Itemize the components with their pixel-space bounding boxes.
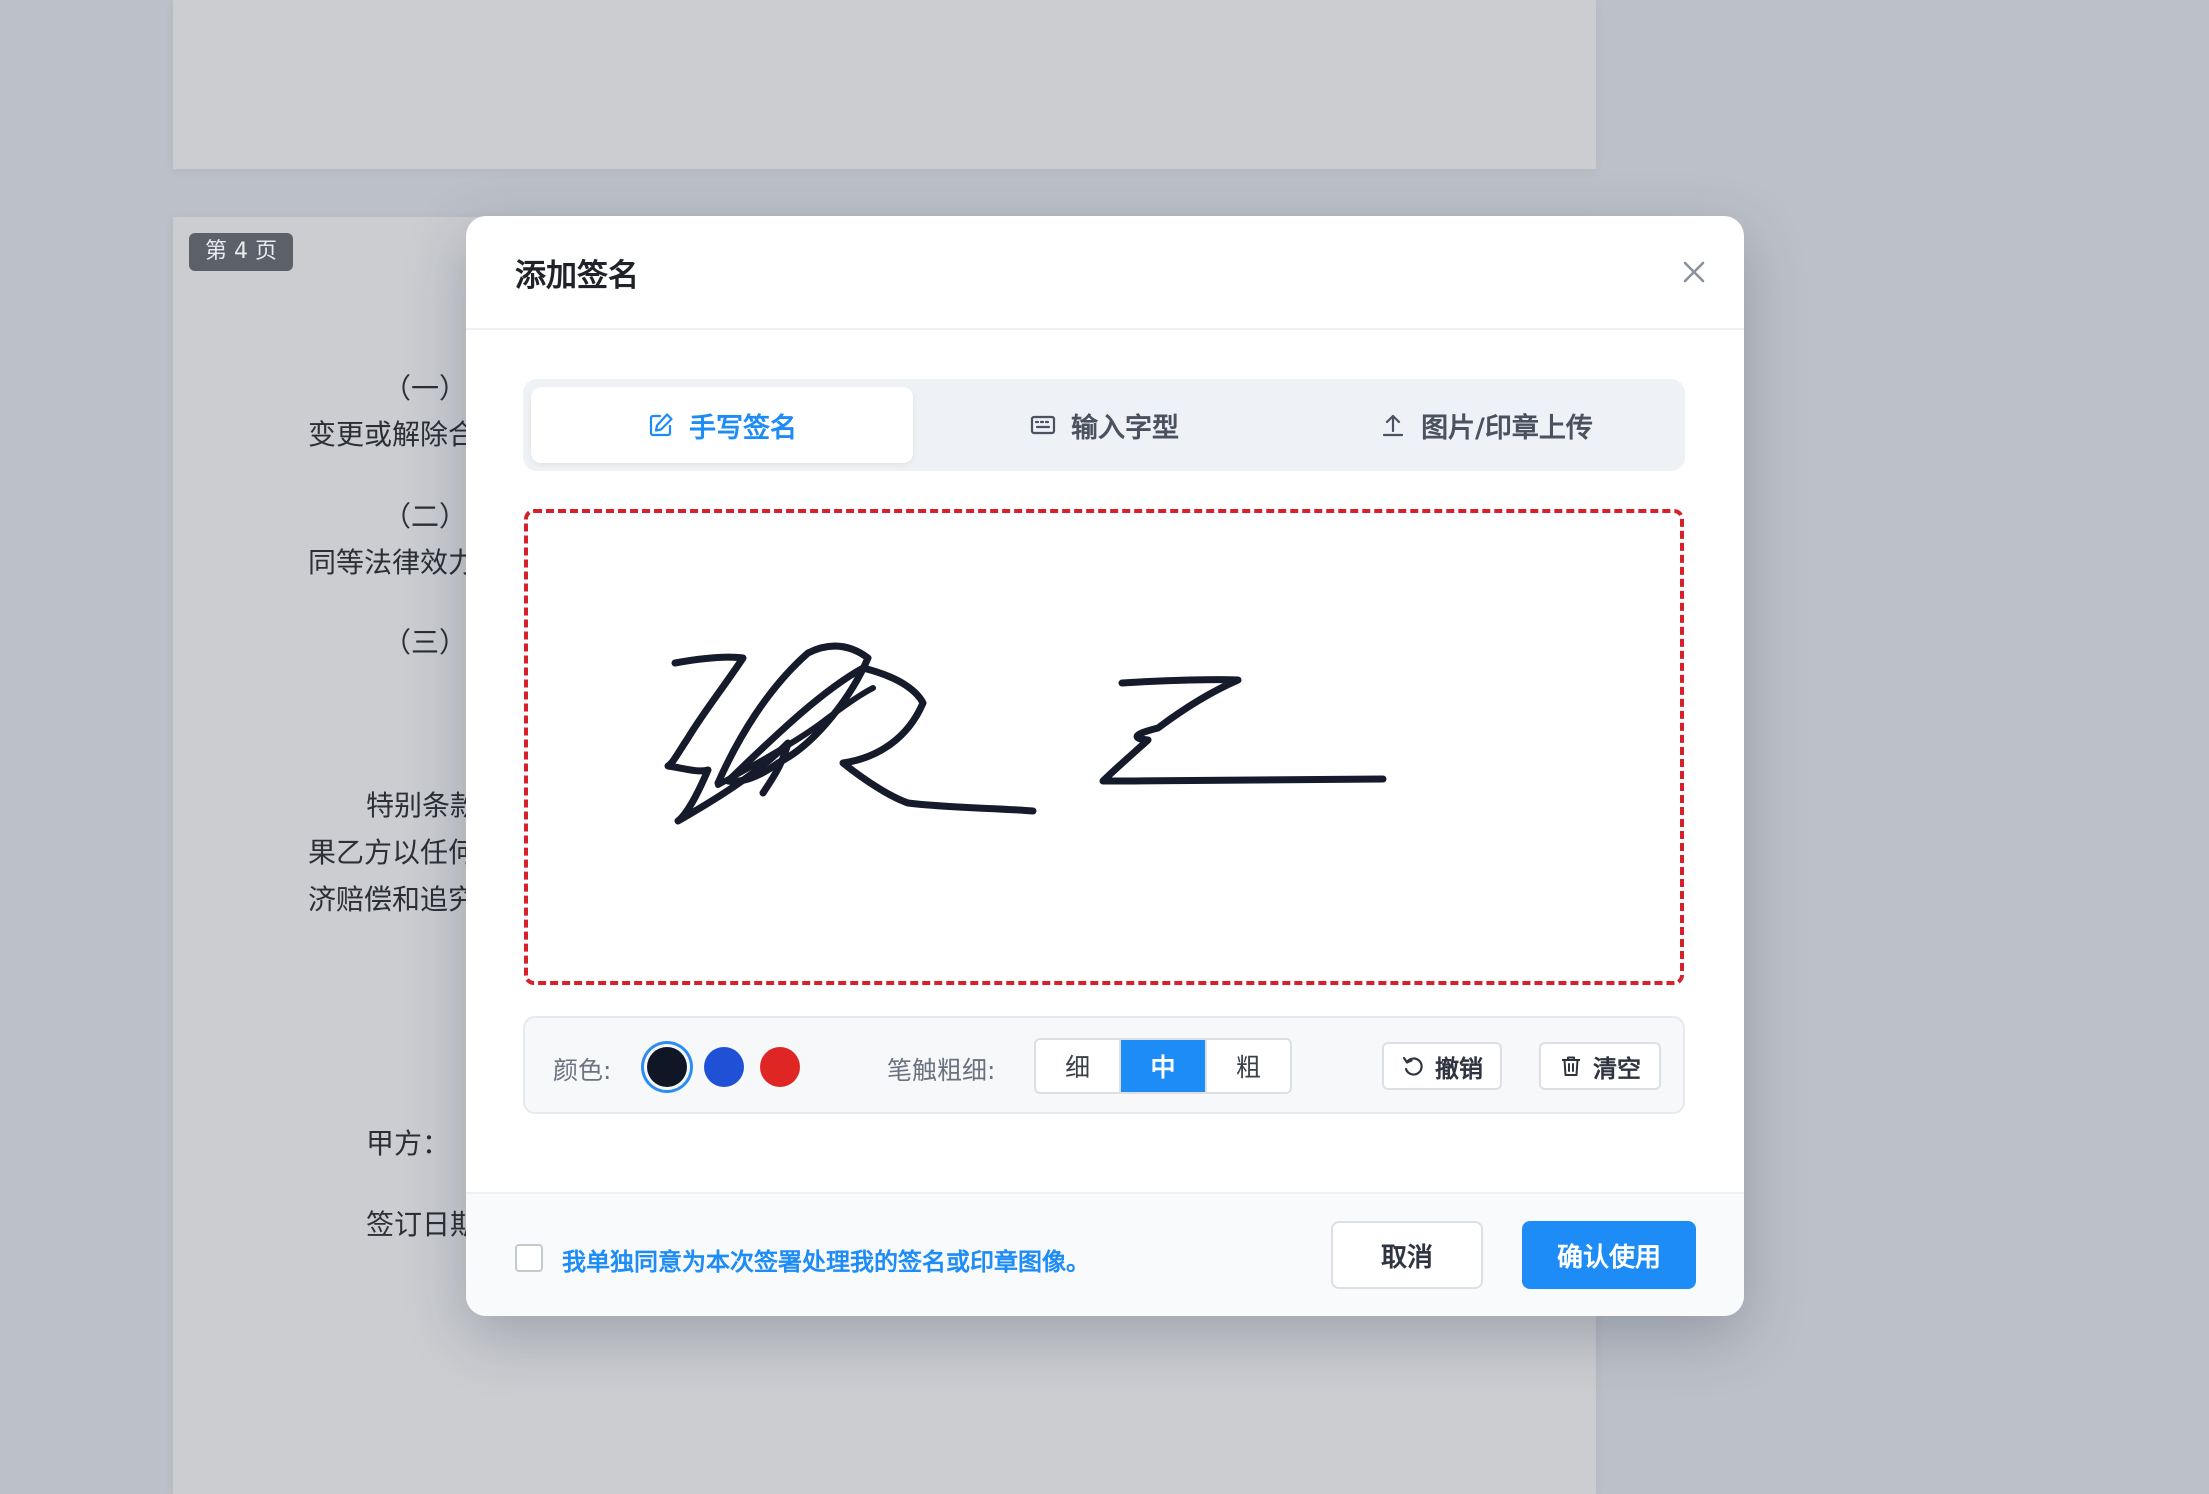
tab-image-upload[interactable]: 图片/印章上传 bbox=[1295, 387, 1677, 463]
add-signature-dialog: 添加签名 手写签名 输入字型 图片/印章上传 颜色: 笔触粗细: 细 中 粗 撤… bbox=[466, 216, 1744, 1316]
tab-label: 手写签名 bbox=[689, 412, 797, 444]
document-text-line: 济赔偿和追究 bbox=[308, 883, 477, 916]
color-swatch-black[interactable] bbox=[647, 1047, 687, 1087]
document-text-line: 甲方： bbox=[366, 1127, 451, 1160]
thickness-thin[interactable]: 细 bbox=[1036, 1040, 1122, 1092]
undo-label: 撤销 bbox=[1435, 1054, 1483, 1083]
consent-checkbox[interactable] bbox=[515, 1244, 543, 1272]
close-button[interactable] bbox=[1676, 254, 1712, 290]
edit-icon bbox=[649, 413, 673, 437]
document-text-line: 同等法律效力 bbox=[308, 546, 477, 579]
dialog-footer: 我单独同意为本次签署处理我的签名或印章图像。 取消 确认使用 bbox=[466, 1192, 1744, 1316]
document-text-line: 签订日期 bbox=[366, 1208, 479, 1241]
thickness-medium[interactable]: 中 bbox=[1121, 1040, 1207, 1092]
upload-icon bbox=[1382, 414, 1404, 437]
cancel-button[interactable]: 取消 bbox=[1331, 1221, 1483, 1289]
dialog-header: 添加签名 bbox=[466, 216, 1744, 330]
clear-label: 清空 bbox=[1593, 1054, 1641, 1083]
tab-handwritten[interactable]: 手写签名 bbox=[531, 387, 913, 463]
thickness-thick[interactable]: 粗 bbox=[1207, 1040, 1290, 1092]
thickness-label: 笔触粗细: bbox=[887, 1056, 996, 1085]
undo-icon bbox=[1402, 1056, 1423, 1076]
color-swatch-red[interactable] bbox=[760, 1047, 800, 1087]
trash-icon bbox=[1562, 1056, 1580, 1076]
signature-drawing bbox=[664, 642, 1387, 825]
thickness-selector: 细 中 粗 bbox=[1034, 1038, 1292, 1094]
signature-mode-tabs: 手写签名 输入字型 图片/印章上传 bbox=[523, 379, 1685, 471]
close-icon bbox=[1683, 261, 1705, 283]
consent-text[interactable]: 我单独同意为本次签署处理我的签名或印章图像。 bbox=[562, 1242, 1090, 1277]
dialog-title: 添加签名 bbox=[515, 258, 639, 294]
document-page-previous bbox=[173, 0, 1596, 169]
document-text-line: 特别条款 bbox=[366, 789, 479, 822]
keyboard-icon bbox=[1030, 415, 1056, 435]
tab-type-font[interactable]: 输入字型 bbox=[913, 387, 1295, 463]
document-text-line: 果乙方以任何 bbox=[308, 836, 477, 869]
clear-button[interactable]: 清空 bbox=[1539, 1042, 1661, 1090]
brush-toolbar: 颜色: 笔触粗细: 细 中 粗 撤销 清空 bbox=[523, 1016, 1685, 1114]
confirm-button[interactable]: 确认使用 bbox=[1522, 1221, 1696, 1289]
color-label: 颜色: bbox=[553, 1056, 612, 1085]
color-swatch-blue[interactable] bbox=[704, 1047, 744, 1087]
tab-label: 图片/印章上传 bbox=[1421, 412, 1593, 444]
undo-button[interactable]: 撤销 bbox=[1382, 1042, 1502, 1090]
page-number-badge: 第 4 页 bbox=[189, 233, 293, 271]
document-text-line: 变更或解除合 bbox=[308, 418, 477, 451]
signature-canvas[interactable] bbox=[524, 509, 1684, 985]
signature-stroke bbox=[1099, 676, 1387, 785]
tab-label: 输入字型 bbox=[1071, 412, 1179, 444]
